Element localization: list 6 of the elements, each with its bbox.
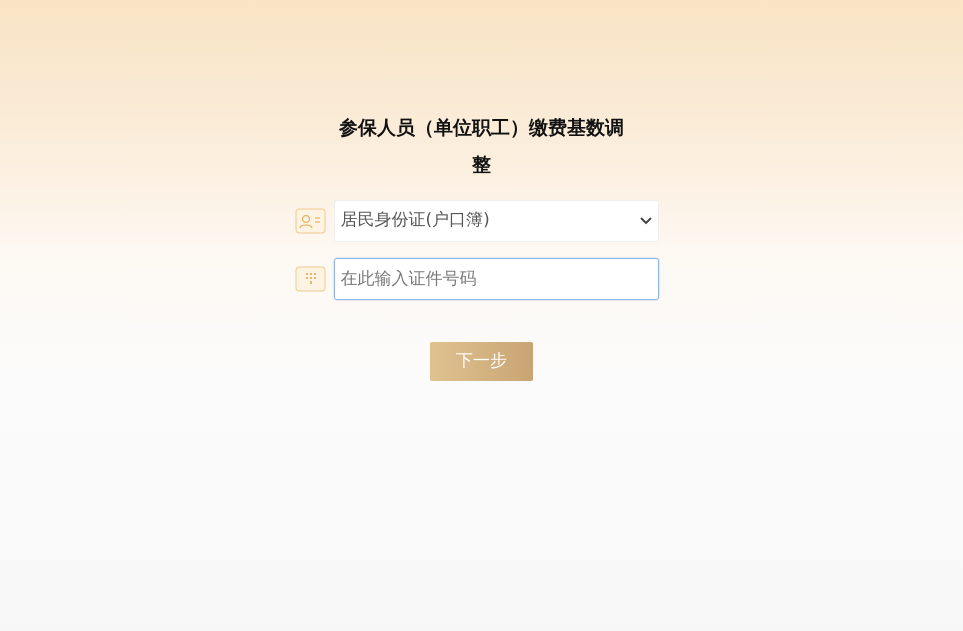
keypad-icon bbox=[294, 266, 326, 292]
id-number-field[interactable]: 在此输入证件号码 bbox=[334, 258, 658, 300]
page-title: 参保人员（单位职工）缴费基数调整 bbox=[338, 116, 625, 178]
id-card-icon bbox=[294, 208, 326, 234]
chevron-down-icon bbox=[640, 217, 652, 225]
id-type-select[interactable]: 居民身份证(户口簿) bbox=[334, 200, 658, 242]
